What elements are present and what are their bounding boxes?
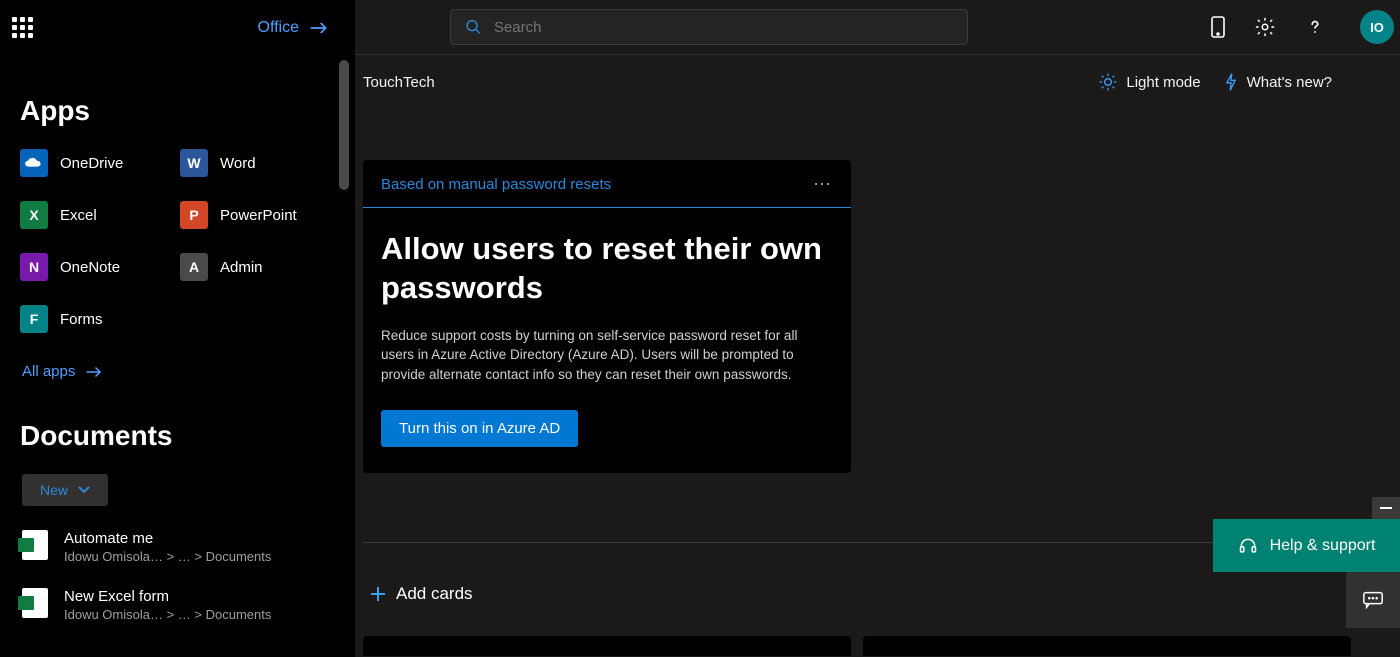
org-name: TouchTech: [363, 74, 435, 91]
app-label: OneDrive: [60, 155, 123, 172]
mobile-icon[interactable]: [1210, 15, 1226, 39]
document-title: New Excel form: [64, 588, 271, 605]
sidebar-scrollbar[interactable]: [339, 60, 349, 560]
app-label: Forms: [60, 311, 103, 328]
avatar[interactable]: IO: [1360, 10, 1394, 44]
card-row: [363, 636, 1351, 656]
card-placeholder[interactable]: [863, 636, 1351, 656]
onedrive-icon: [20, 149, 48, 177]
gear-icon[interactable]: [1254, 16, 1276, 38]
onenote-icon: N: [20, 253, 48, 281]
help-collapse-button[interactable]: [1372, 497, 1400, 519]
app-label: Word: [220, 155, 256, 172]
help-icon[interactable]: [1304, 16, 1326, 38]
app-item-powerpoint[interactable]: P PowerPoint: [180, 201, 340, 229]
document-path: Idowu Omisola… > … > Documents: [64, 549, 271, 564]
help-support-button[interactable]: Help & support: [1213, 519, 1400, 572]
search-input[interactable]: [494, 19, 953, 36]
light-mode-label: Light mode: [1126, 74, 1200, 91]
excel-file-icon: [22, 588, 48, 618]
divider: [363, 542, 1348, 543]
excel-file-icon: [22, 530, 48, 560]
word-icon: W: [180, 149, 208, 177]
document-path: Idowu Omisola… > … > Documents: [64, 607, 271, 622]
app-launcher-icon[interactable]: [12, 17, 33, 38]
forms-icon: F: [20, 305, 48, 333]
topbar: IO: [355, 0, 1400, 55]
app-item-admin[interactable]: A Admin: [180, 253, 340, 281]
turn-on-azure-button[interactable]: Turn this on in Azure AD: [381, 410, 578, 447]
chat-icon: [1362, 590, 1384, 610]
lightning-icon: [1223, 72, 1239, 92]
app-label: Excel: [60, 207, 97, 224]
office-link-label: Office: [258, 19, 300, 37]
admin-icon: A: [180, 253, 208, 281]
excel-icon: X: [20, 201, 48, 229]
recommendation-card: Based on manual password resets ⋯ Allow …: [363, 160, 851, 473]
powerpoint-icon: P: [180, 201, 208, 229]
chevron-down-icon: [78, 486, 90, 494]
app-label: Admin: [220, 259, 263, 276]
office-link[interactable]: Office: [258, 19, 348, 37]
app-item-onenote[interactable]: N OneNote: [20, 253, 180, 281]
document-item[interactable]: New Excel form Idowu Omisola… > … > Docu…: [22, 588, 355, 622]
whats-new-link[interactable]: What's new?: [1223, 72, 1332, 92]
document-title: Automate me: [64, 530, 271, 547]
app-item-forms[interactable]: F Forms: [20, 305, 180, 333]
sidebar: Office Apps OneDrive W Word X Excel P Po…: [0, 0, 355, 657]
new-document-button[interactable]: New: [22, 474, 108, 506]
all-apps-label: All apps: [22, 363, 75, 380]
app-item-onedrive[interactable]: OneDrive: [20, 149, 180, 177]
search-box[interactable]: [450, 9, 968, 45]
headset-icon: [1238, 536, 1258, 556]
add-cards-label: Add cards: [396, 584, 473, 604]
all-apps-link[interactable]: All apps: [22, 363, 355, 380]
more-icon[interactable]: ⋯: [813, 174, 833, 195]
arrow-right-icon: [309, 20, 329, 36]
app-grid: OneDrive W Word X Excel P PowerPoint N O…: [20, 149, 355, 333]
light-mode-toggle[interactable]: Light mode: [1098, 72, 1200, 92]
feedback-button[interactable]: [1346, 572, 1400, 628]
minus-icon: [1380, 507, 1392, 509]
documents-heading: Documents: [20, 420, 355, 452]
whats-new-label: What's new?: [1247, 74, 1332, 91]
help-support-label: Help & support: [1270, 537, 1376, 555]
app-item-excel[interactable]: X Excel: [20, 201, 180, 229]
card-description: Reduce support costs by turning on self-…: [381, 326, 833, 385]
plus-icon: [370, 586, 386, 602]
app-label: PowerPoint: [220, 207, 297, 224]
arrow-right-icon: [85, 365, 103, 379]
search-icon: [465, 18, 482, 36]
document-item[interactable]: Automate me Idowu Omisola… > … > Documen…: [22, 530, 355, 564]
app-label: OneNote: [60, 259, 120, 276]
add-cards-button[interactable]: Add cards: [370, 584, 473, 614]
sun-icon: [1098, 72, 1118, 92]
app-item-word[interactable]: W Word: [180, 149, 340, 177]
new-label: New: [40, 482, 68, 498]
card-tag: Based on manual password resets: [381, 176, 611, 193]
card-title: Allow users to reset their own passwords: [381, 230, 833, 308]
subheader: TouchTech Light mode What's new?: [355, 55, 1400, 109]
apps-heading: Apps: [20, 95, 355, 127]
card-placeholder[interactable]: [363, 636, 851, 656]
